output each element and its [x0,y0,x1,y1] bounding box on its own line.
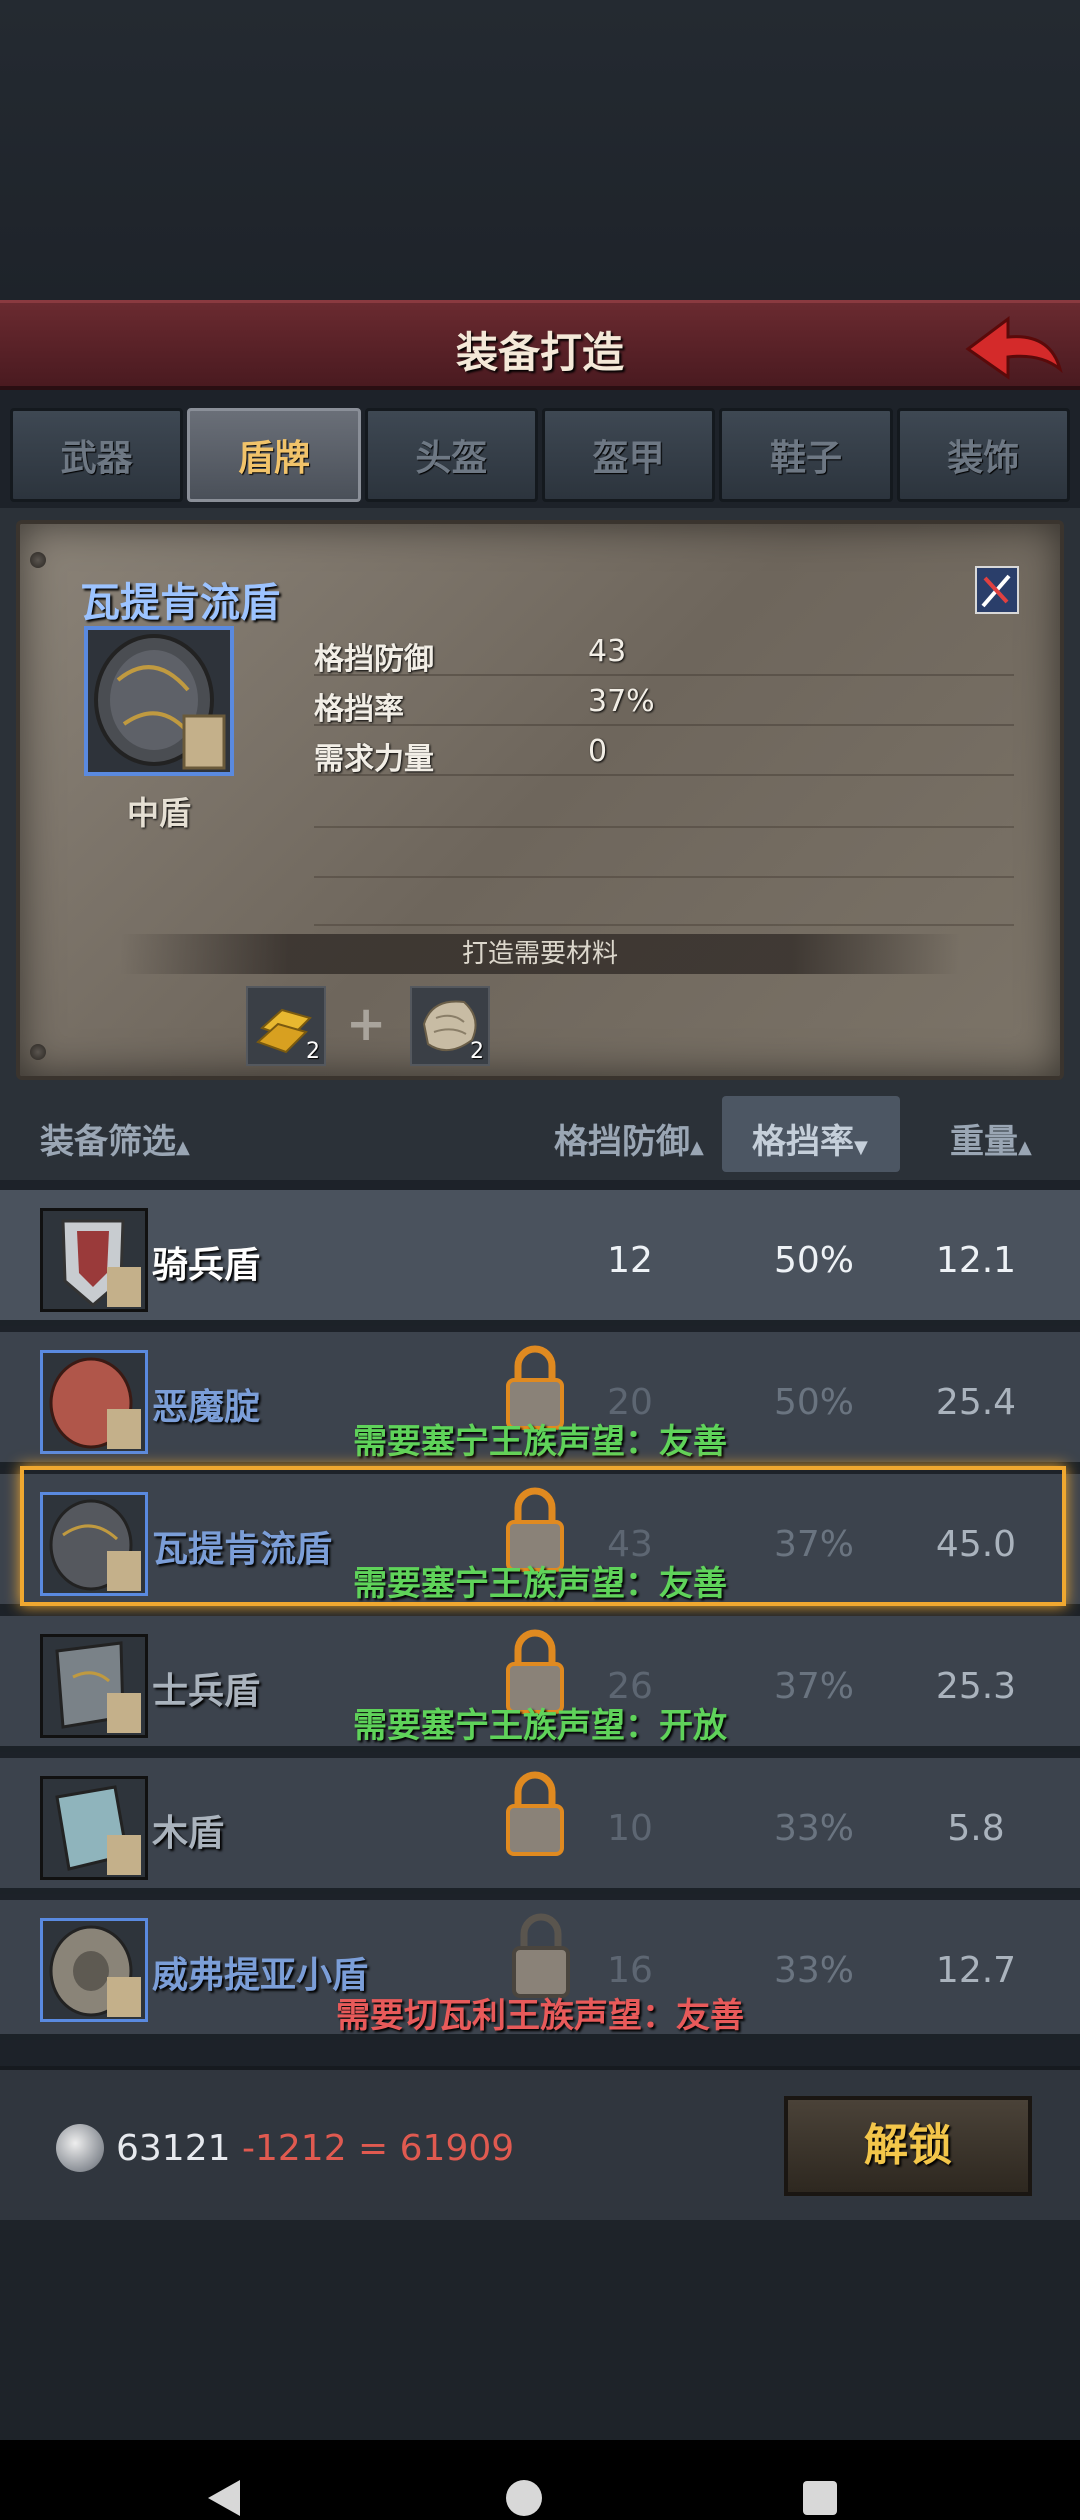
item-defense: 10 [607,1808,653,1849]
money-display: 63121 -1212 = 61909 [116,2128,514,2169]
filter-label: 装备筛选 [40,1122,176,1162]
unlock-button[interactable]: 解锁 [784,2096,1032,2196]
nav-home-icon[interactable] [504,2478,544,2520]
balance-value: 63121 [116,2128,231,2169]
tab-armor[interactable]: 盔甲 [541,408,716,502]
title-bar: 装备打造 [0,300,1080,390]
item-defense: 16 [607,1950,653,1991]
wooden-shield-icon [40,1776,148,1880]
sort-defense-label: 格挡防御 [554,1122,690,1162]
stat-label: 需求力量 [314,742,434,777]
reputation-requirement: 需要塞宁王族声望：开放 [353,1706,727,1746]
tab-accessories[interactable]: 装饰 [896,408,1070,502]
sort-weight-button[interactable]: 重量▲ [950,1114,1032,1163]
list-item[interactable]: 木盾 10 33% 5.8 [0,1758,1080,1894]
tab-boots[interactable]: 鞋子 [719,408,893,502]
sort-asc-icon: ▲ [1018,1137,1032,1158]
page-title: 装备打造 [455,328,624,377]
tab-shields[interactable]: 盾牌 [187,408,361,502]
filter-button[interactable]: 装备筛选▲ [40,1114,190,1163]
item-rate: 33% [773,1808,854,1849]
stat-value: 37% [588,684,655,719]
sort-asc-icon: ▲ [176,1137,190,1158]
silver-coin-icon [56,2124,104,2172]
list-item[interactable]: 恶魔腚 20 50% 25.4 需要塞宁王族声望：友善 [0,1332,1080,1468]
stat-row: 需求力量 0 [314,730,1014,777]
sort-defense-button[interactable]: 格挡防御▲ [554,1114,704,1163]
tab-helmets[interactable]: 头盔 [364,408,538,502]
rivet-icon [30,552,46,568]
list-item[interactable]: 瓦提肯流盾 43 37% 45.0 需要塞宁王族声望：友善 [0,1474,1080,1610]
gold-ingot-icon[interactable]: 2 [246,986,326,1066]
rivet-icon [30,1044,46,1060]
top-background [0,0,1080,300]
sort-desc-icon: ▼ [854,1137,868,1158]
item-rate: 33% [773,1950,854,1991]
sort-rate-button[interactable]: 格挡率▼ [752,1114,868,1163]
reputation-requirement: 需要塞宁王族声望：友善 [353,1564,727,1604]
shield-icon [84,626,234,776]
divider [314,876,1014,878]
list-item[interactable]: 威弗提亚小盾 16 33% 12.7 需要切瓦利王族声望：友善 [0,1900,1080,2040]
item-name: 瓦提肯流盾 [80,580,280,626]
back-arrow-icon[interactable] [964,313,1064,383]
item-type: 中盾 [126,794,191,832]
sort-rate-label: 格挡率 [752,1122,854,1162]
list-item[interactable]: 骑兵盾 12 50% 12.1 [0,1190,1080,1326]
craft-hammer-icon[interactable] [975,566,1019,614]
leather-hide-icon[interactable]: 2 [410,986,490,1066]
list-item[interactable]: 士兵盾 26 37% 25.3 需要塞宁王族声望：开放 [0,1616,1080,1752]
cavalry-shield-icon [40,1208,148,1312]
item-defense: 12 [607,1240,653,1281]
tab-weapons[interactable]: 武器 [10,408,184,502]
item-weight: 12.7 [935,1950,1017,1991]
item-name: 木盾 [152,1813,225,1854]
stat-row: 格挡防御 43 [314,630,1014,677]
bottom-background [0,2220,1080,2440]
divider [314,924,1014,926]
sort-weight-label: 重量 [950,1122,1018,1162]
reputation-requirement: 需要塞宁王族声望：友善 [353,1422,727,1462]
materials-header: 打造需要材料 [120,934,960,974]
nav-recents-icon[interactable] [800,2478,840,2520]
stat-label: 格挡率 [314,692,404,727]
stat-value: 0 [588,734,608,769]
material-count: 2 [470,1039,484,1064]
stat-value: 43 [588,634,627,669]
material-count: 2 [306,1039,320,1064]
plus-icon: + [346,996,387,1052]
reputation-requirement: 需要切瓦利王族声望：友善 [336,1996,744,2036]
divider [314,826,1014,828]
item-weight: 5.8 [947,1808,1005,1849]
item-rate: 50% [773,1240,854,1281]
nav-back-icon[interactable] [204,2478,244,2520]
item-name: 骑兵盾 [152,1245,261,1286]
item-weight: 12.1 [935,1240,1017,1281]
stat-row: 格挡率 37% [314,680,1014,727]
cost-value: -1212 = 61909 [241,2128,515,2169]
stat-label: 格挡防御 [314,642,434,677]
category-tabs: 武器 盾牌 头盔 盔甲 鞋子 装饰 [10,408,1070,504]
sort-asc-icon: ▲ [690,1137,704,1158]
